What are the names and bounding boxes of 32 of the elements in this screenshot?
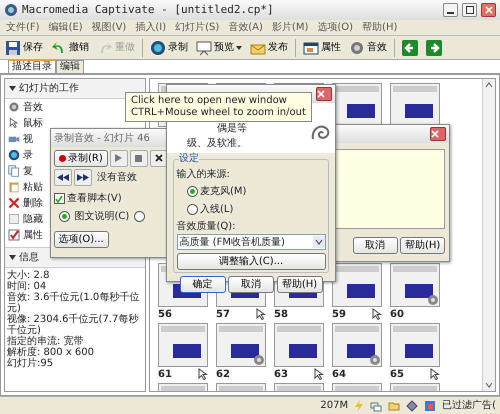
slide-number: 56: [158, 308, 172, 322]
slide-number: 61: [158, 368, 172, 382]
slide-number: 65: [390, 368, 404, 382]
description-text: 偶是等: [216, 122, 247, 136]
info-line: 时间: 04: [7, 281, 48, 292]
memory-indicator: 207M: [320, 399, 348, 413]
slide-number: 64: [332, 368, 346, 382]
slide-number: 62: [216, 368, 230, 382]
slide-number: 59: [332, 308, 346, 322]
field-label: 输入的来源:: [176, 168, 231, 182]
slide-number: 58: [274, 308, 288, 322]
slide-number: 57: [216, 308, 230, 322]
radio-label: 麦克风(M): [200, 184, 246, 199]
info-line: 音效: 3.6千位元(1.0每秒千位元): [7, 292, 140, 314]
status-text: 已过滤广告(: [442, 398, 496, 413]
group-title: 设定: [179, 153, 199, 165]
info-line: 幻灯片:95: [7, 358, 54, 369]
slide-number: 63: [274, 368, 288, 382]
field-label: 音效质量(Q):: [176, 220, 237, 234]
radio-label: 入线(L): [200, 202, 234, 216]
info-line: 大小: 2.8: [7, 270, 50, 281]
checkbox-label: 查看脚本(V): [67, 192, 122, 206]
info-line: 视像: 2304.6千位元(7.7每秒千位元): [7, 314, 140, 336]
radio-label: 图文说明(C): [74, 210, 130, 224]
audio-status: 没有音效: [97, 170, 137, 185]
tooltip-line: CTRL+Mouse wheel to zoom in/out: [131, 107, 306, 119]
slide-number: 60: [390, 308, 404, 322]
window-title: Macromedia Captivate - [untitled2.cp*]: [22, 2, 274, 18]
dialog-title: 录制音效 - 幻灯片 46: [54, 132, 150, 146]
info-line: 指定的串流: 宽带: [7, 336, 85, 347]
info-line: 解析度: 800 x 600: [7, 347, 95, 358]
description-text: 级、及软准。: [187, 136, 247, 151]
